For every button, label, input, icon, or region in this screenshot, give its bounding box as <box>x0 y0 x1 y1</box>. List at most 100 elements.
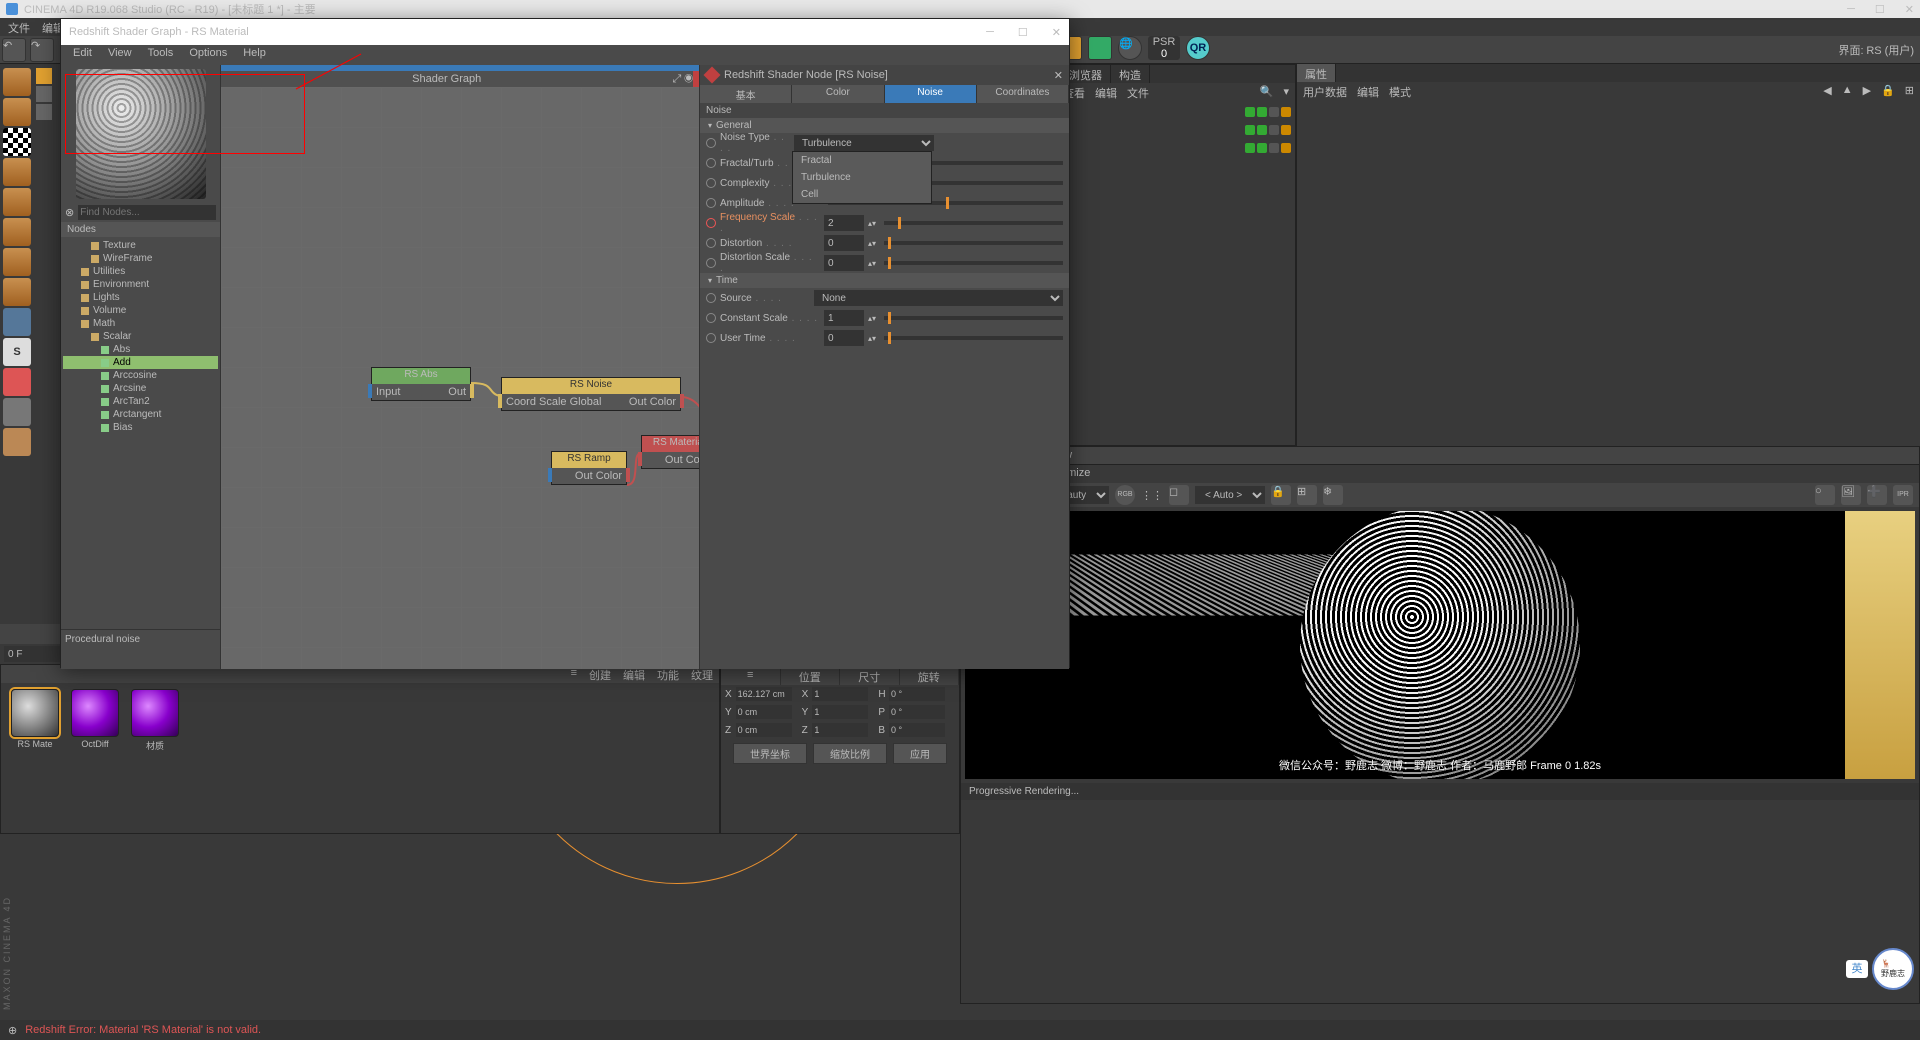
timeline-start-input[interactable] <box>4 646 64 662</box>
qr-button[interactable]: QR <box>1186 36 1210 60</box>
noise-type-radio[interactable] <box>706 138 716 148</box>
tool-s-icon[interactable]: S <box>3 338 31 366</box>
size-input[interactable] <box>812 687 868 701</box>
ctb-3[interactable]: 🌐 <box>1118 36 1142 60</box>
slider[interactable] <box>884 241 1063 245</box>
render-canvas[interactable]: 微信公众号：野鹿志 微博：野鹿志 作者：马鹿野郎 Frame 0 1.82s <box>965 511 1915 779</box>
shader-minimize-button[interactable]: ─ <box>986 26 994 39</box>
rot-input[interactable] <box>889 705 945 719</box>
radio[interactable] <box>706 238 716 248</box>
node-material-outcolor-port[interactable]: Out Color <box>665 454 699 466</box>
noise-option-fractal[interactable]: Fractal <box>793 152 931 169</box>
radio[interactable] <box>706 198 716 208</box>
tab-attrs[interactable]: 属性 <box>1297 64 1336 82</box>
noise-type-select[interactable]: Turbulence <box>794 135 934 151</box>
render-auto-select[interactable]: < Auto > <box>1195 486 1265 504</box>
obj-menu-文件[interactable]: 文件 <box>1127 85 1149 97</box>
value-input[interactable] <box>824 235 864 251</box>
pos-input[interactable] <box>736 687 792 701</box>
node-abs-input-port[interactable]: Input <box>376 386 400 398</box>
tree-item-texture[interactable]: Texture <box>63 239 218 252</box>
shader-tab-coordinates[interactable]: Coordinates <box>977 85 1069 103</box>
minimize-button[interactable]: ─ <box>1847 3 1855 16</box>
tree-item-environment[interactable]: Environment <box>63 278 218 291</box>
tree-item-bias[interactable]: Bias <box>63 421 218 434</box>
radio[interactable] <box>706 313 716 323</box>
render-add-button[interactable]: ➕ <box>1867 485 1887 505</box>
render-crop-button[interactable]: ◻ <box>1169 485 1189 505</box>
find-nodes-input[interactable] <box>78 205 216 220</box>
render-grid-button[interactable]: ⊞ <box>1297 485 1317 505</box>
render-snow-button[interactable]: ❄ <box>1323 485 1343 505</box>
filter-icon[interactable]: ▾ <box>1283 85 1289 97</box>
tree-item-arctangent[interactable]: Arctangent <box>63 408 218 421</box>
tool-mesh-icon[interactable] <box>3 98 31 126</box>
attrs-nav-fwd[interactable]: ▶ <box>1863 84 1871 96</box>
rot-input[interactable] <box>889 687 945 701</box>
mat-menu-功能[interactable]: 功能 <box>657 667 679 681</box>
tool-plane-icon[interactable] <box>3 248 31 276</box>
tree-item-arctan2[interactable]: ArcTan2 <box>63 395 218 408</box>
tree-item-add[interactable]: Add <box>63 356 218 369</box>
mat-menu-创建[interactable]: 创建 <box>589 667 611 681</box>
attrs-nav-up[interactable]: ▲ <box>1842 84 1853 96</box>
render-rgb-button[interactable]: RGB <box>1115 485 1135 505</box>
slider[interactable] <box>884 261 1063 265</box>
radio[interactable] <box>706 178 716 188</box>
shader-menu-view[interactable]: View <box>108 47 132 63</box>
tree-item-arcsine[interactable]: Arcsine <box>63 382 218 395</box>
radio[interactable] <box>706 333 716 343</box>
tree-item-arccosine[interactable]: Arccosine <box>63 369 218 382</box>
search-icon[interactable]: 🔍 <box>1260 85 1274 97</box>
tool-magnet-icon[interactable] <box>3 368 31 396</box>
node-abs-out-port[interactable]: Out <box>448 386 466 398</box>
render-dots-icon[interactable]: ⋮⋮ <box>1141 489 1163 502</box>
attr-menu-编辑[interactable]: 编辑 <box>1357 84 1379 96</box>
close-button[interactable]: ✕ <box>1905 3 1914 16</box>
shader-menu-options[interactable]: Options <box>189 47 227 63</box>
time-group-header[interactable]: Time <box>700 273 1069 288</box>
coords-scale-dropdown[interactable]: 缩放比例 <box>813 743 887 764</box>
attrs-nav-back[interactable]: ◀ <box>1823 84 1831 96</box>
shader-tab-color[interactable]: Color <box>792 85 884 103</box>
mat-menu-编辑[interactable]: 编辑 <box>623 667 645 681</box>
value-input[interactable] <box>824 310 864 326</box>
node-rs-material[interactable]: RS Material Out Color <box>641 435 699 469</box>
shader-close-button[interactable]: ✕ <box>1052 26 1061 39</box>
graph-expand-icon[interactable]: ⤢ ◉ <box>672 71 693 87</box>
shader-window-titlebar[interactable]: Redshift Shader Graph - RS Material ─ ☐ … <box>61 19 1069 45</box>
node-rs-abs[interactable]: RS Abs InputOut <box>371 367 471 401</box>
radio[interactable] <box>706 218 716 228</box>
tool-sphere-icon[interactable] <box>3 278 31 306</box>
tree-item-lights[interactable]: Lights <box>63 291 218 304</box>
undo-button[interactable]: ↶ <box>2 38 26 62</box>
render-save-button[interactable]: 🖼 <box>1841 485 1861 505</box>
mode-btn-2[interactable] <box>36 86 52 102</box>
mode-btn-1[interactable] <box>36 68 52 84</box>
tool-cone-icon[interactable] <box>3 188 31 216</box>
obj-tab-构造[interactable]: 构造 <box>1111 65 1150 83</box>
attrs-lock-icon[interactable]: 🔒 <box>1881 84 1895 96</box>
tool-cube-icon[interactable] <box>3 68 31 96</box>
close-find-icon[interactable]: ⊗ <box>65 206 74 219</box>
node-rs-ramp[interactable]: RS Ramp Out Color <box>551 451 627 485</box>
attrs-menu-icon[interactable]: ⊞ <box>1905 84 1914 96</box>
shader-props-close-icon[interactable]: ✕ <box>1054 69 1063 82</box>
obj-menu-编辑[interactable]: 编辑 <box>1095 85 1117 97</box>
material-RS Mate[interactable]: RS Mate <box>7 689 63 752</box>
attr-menu-用户数据[interactable]: 用户数据 <box>1303 84 1347 96</box>
tool-checker-icon[interactable] <box>3 128 31 156</box>
attr-menu-模式[interactable]: 模式 <box>1389 84 1411 96</box>
tree-item-math[interactable]: Math <box>63 317 218 330</box>
slider[interactable] <box>884 221 1063 225</box>
deer-badge[interactable]: 🦌野鹿志 <box>1872 948 1914 990</box>
shader-tab-noise[interactable]: Noise <box>885 85 977 103</box>
coords-world-dropdown[interactable]: 世界坐标 <box>733 743 807 764</box>
noise-option-turbulence[interactable]: Turbulence <box>793 169 931 186</box>
material-OctDiff[interactable]: OctDiff <box>67 689 123 752</box>
tree-item-volume[interactable]: Volume <box>63 304 218 317</box>
coords-apply-button[interactable]: 应用 <box>893 743 947 764</box>
tool-move-icon[interactable] <box>3 308 31 336</box>
ime-badge[interactable]: 英 <box>1846 960 1868 978</box>
psr-indicator[interactable]: PSR0 <box>1148 36 1180 60</box>
